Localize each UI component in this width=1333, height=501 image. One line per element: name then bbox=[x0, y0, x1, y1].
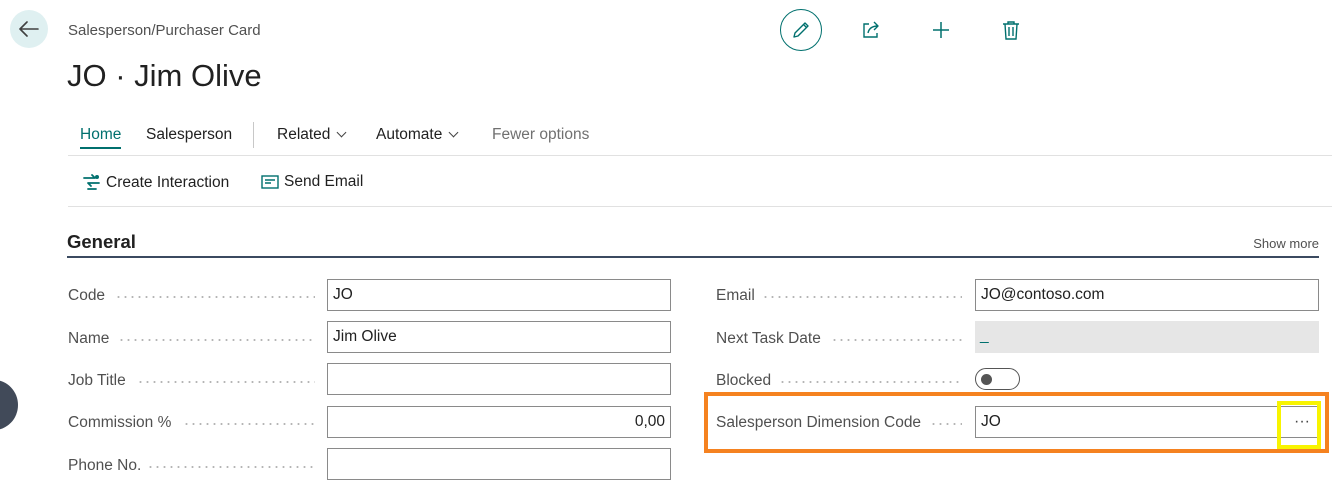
plus-icon bbox=[933, 22, 949, 38]
back-button[interactable] bbox=[10, 10, 48, 48]
new-button[interactable] bbox=[920, 9, 962, 51]
job-title-label: Job Title bbox=[68, 372, 126, 389]
side-panel-button[interactable] bbox=[0, 380, 18, 430]
email-icon bbox=[261, 175, 279, 189]
phone-field[interactable] bbox=[327, 448, 671, 480]
tab-salesperson[interactable]: Salesperson bbox=[146, 126, 232, 144]
trash-icon bbox=[1003, 21, 1019, 40]
tab-related-label: Related bbox=[277, 126, 331, 143]
page-actions bbox=[780, 9, 1032, 51]
leader-dots bbox=[115, 296, 315, 298]
chevron-down-icon bbox=[336, 127, 347, 138]
leader-dots bbox=[147, 466, 315, 468]
breadcrumb: Salesperson/Purchaser Card bbox=[68, 22, 261, 39]
name-field[interactable]: Jim Olive bbox=[327, 321, 671, 353]
dimension-code-label: Salesperson Dimension Code bbox=[716, 414, 922, 431]
send-email-label: Send Email bbox=[284, 173, 364, 190]
interaction-icon bbox=[83, 174, 100, 190]
section-title[interactable]: General bbox=[67, 231, 136, 253]
edit-button[interactable] bbox=[780, 9, 822, 51]
leader-dots bbox=[831, 339, 962, 341]
share-button[interactable] bbox=[850, 9, 892, 51]
delete-button[interactable] bbox=[990, 9, 1032, 51]
email-field[interactable]: JO@contoso.com bbox=[975, 279, 1319, 311]
commission-field[interactable]: 0,00 bbox=[327, 406, 671, 438]
tab-fewer-options[interactable]: Fewer options bbox=[492, 126, 589, 144]
code-label: Code bbox=[68, 287, 106, 304]
action-bar: Create Interaction Send Email bbox=[68, 157, 1332, 207]
commission-label: Commission % bbox=[68, 414, 172, 431]
create-interaction-label: Create Interaction bbox=[106, 173, 230, 191]
tab-automate[interactable]: Automate bbox=[376, 126, 459, 144]
toggle-knob bbox=[981, 374, 992, 385]
email-label: Email bbox=[716, 287, 755, 304]
lookup-ellipsis-button[interactable]: ··· bbox=[1287, 408, 1317, 436]
edit-icon bbox=[793, 22, 809, 38]
create-interaction-button[interactable]: Create Interaction bbox=[82, 173, 229, 192]
action-tabs: Home Salesperson Related Automate Fewer … bbox=[68, 118, 1332, 156]
tab-divider bbox=[253, 122, 254, 148]
share-icon bbox=[863, 21, 879, 38]
general-section-header: General Show more bbox=[67, 228, 1319, 258]
leader-dots bbox=[930, 423, 962, 425]
tab-automate-label: Automate bbox=[376, 126, 443, 143]
send-email-button[interactable]: Send Email bbox=[261, 173, 363, 191]
leader-dots bbox=[137, 381, 315, 383]
tab-home[interactable]: Home bbox=[80, 126, 122, 149]
dimension-code-field[interactable]: JO bbox=[975, 406, 1319, 438]
blocked-toggle[interactable] bbox=[975, 368, 1020, 390]
next-task-date-label: Next Task Date bbox=[716, 330, 821, 347]
job-title-field[interactable] bbox=[327, 363, 671, 395]
code-field[interactable]: JO bbox=[327, 279, 671, 311]
tab-related[interactable]: Related bbox=[277, 126, 347, 144]
show-more-link[interactable]: Show more bbox=[1253, 236, 1319, 251]
leader-dots bbox=[183, 423, 315, 425]
page-title: JO · Jim Olive bbox=[67, 58, 262, 93]
next-task-date-field[interactable]: _ bbox=[975, 321, 1319, 353]
leader-dots bbox=[779, 381, 962, 383]
leader-dots bbox=[762, 296, 962, 298]
name-label: Name bbox=[68, 330, 110, 347]
arrow-left-icon bbox=[19, 21, 39, 37]
phone-label: Phone No. bbox=[68, 457, 142, 474]
leader-dots bbox=[118, 339, 315, 341]
blocked-label: Blocked bbox=[716, 372, 772, 389]
chevron-down-icon bbox=[448, 127, 459, 138]
